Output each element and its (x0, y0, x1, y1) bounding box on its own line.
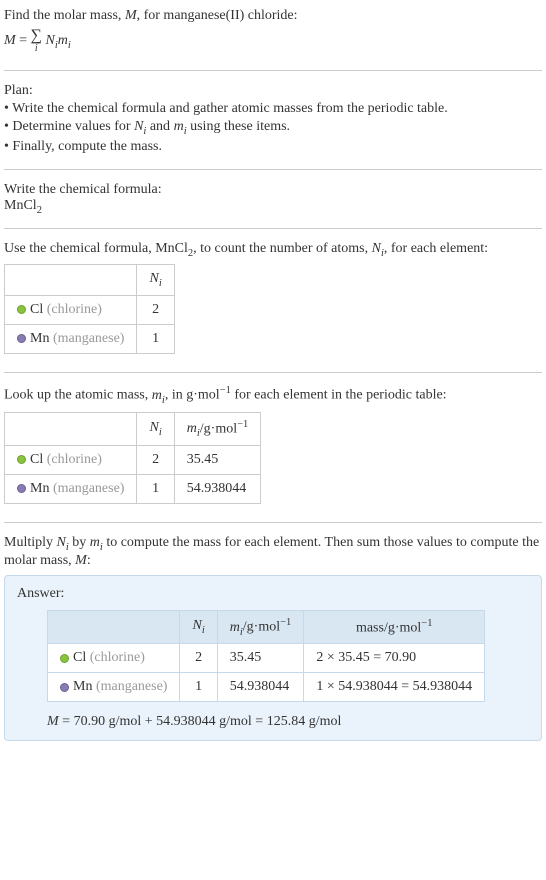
element-symbol: Mn (30, 331, 49, 346)
step2-text-before: Use the chemical formula, MnCl (4, 241, 188, 256)
table-header-ni: Ni (180, 610, 217, 643)
element-symbol: Cl (73, 650, 86, 665)
table-row: Mn (manganese) 1 (5, 325, 175, 354)
ni-value: 1 (137, 325, 174, 354)
chemical-formula: MnCl2 (4, 198, 542, 216)
intro-var-m: M (125, 8, 137, 23)
plan-item: • Finally, compute the mass. (4, 139, 542, 155)
divider (4, 522, 542, 523)
element-name: (manganese) (53, 481, 125, 496)
element-cell: Cl (chlorine) (48, 644, 180, 673)
plan-item: • Write the chemical formula and gather … (4, 101, 542, 117)
table-header-empty (5, 265, 137, 296)
element-dot-icon (17, 455, 26, 464)
step3-text: Look up the atomic mass, mi, in g·mol−1 … (4, 385, 542, 405)
element-name: (chlorine) (90, 650, 145, 665)
element-cell: Cl (chlorine) (5, 446, 137, 475)
element-name: (manganese) (53, 331, 125, 346)
divider (4, 169, 542, 170)
table-header-mi: mi/g·mol−1 (174, 412, 261, 445)
answer-equation: M = 70.90 g/mol + 54.938044 g/mol = 125.… (47, 714, 529, 730)
mi-value: 54.938044 (217, 673, 304, 702)
plan-section: Plan: • Write the chemical formula and g… (4, 79, 542, 161)
step1-title: Write the chemical formula: (4, 182, 542, 198)
element-cell: Mn (manganese) (5, 325, 137, 354)
table-row: Cl (chlorine) 2 35.45 2 × 35.45 = 70.90 (48, 644, 485, 673)
plan-title: Plan: (4, 83, 542, 99)
intro-text-2: , for manganese(II) chloride: (137, 8, 298, 23)
atomic-mass-table: Ni mi/g·mol−1 Cl (chlorine) 2 35.45 Mn (… (4, 412, 261, 504)
table-row: Cl (chlorine) 2 (5, 296, 175, 325)
ni-value: 2 (137, 296, 174, 325)
mi-value: 35.45 (174, 446, 261, 475)
table-header-ni: Ni (137, 265, 174, 296)
plan-item: • Determine values for Ni and mi using t… (4, 119, 542, 137)
mass-value: 2 × 35.45 = 70.90 (304, 644, 485, 673)
element-dot-icon (17, 334, 26, 343)
table-row: Mn (manganese) 1 54.938044 1 × 54.938044… (48, 673, 485, 702)
table-header-row: Ni mi/g·mol−1 (5, 412, 261, 445)
ni-value: 1 (180, 673, 217, 702)
table-header-mass: mass/g·mol−1 (304, 610, 485, 643)
element-name: (chlorine) (47, 452, 102, 467)
divider (4, 228, 542, 229)
step4-section: Multiply Ni by mi to compute the mass fo… (4, 531, 542, 745)
intro-text-1: Find the molar mass, (4, 8, 125, 23)
table-header-row: Ni (5, 265, 175, 296)
molar-mass-formula: M = ∑i Nimi (4, 28, 542, 54)
element-symbol: Mn (73, 679, 92, 694)
ni-value: 2 (137, 446, 174, 475)
element-symbol: Cl (30, 302, 43, 317)
element-cell: Cl (chlorine) (5, 296, 137, 325)
step2-section: Use the chemical formula, MnCl 2 , to coun… (4, 237, 542, 365)
element-symbol: Mn (30, 481, 49, 496)
table-header-empty (5, 412, 137, 445)
formula-subscript: 2 (37, 205, 42, 216)
divider (4, 372, 542, 373)
divider (4, 70, 542, 71)
intro: Find the molar mass, M, for manganese(II… (4, 4, 542, 62)
element-symbol: Cl (30, 452, 43, 467)
ni-value: 2 (180, 644, 217, 673)
step1-section: Write the chemical formula: MnCl2 (4, 178, 542, 220)
answer-title: Answer: (17, 586, 529, 602)
ni-value: 1 (137, 475, 174, 504)
formula-prefix: MnCl (4, 198, 37, 213)
element-dot-icon (60, 683, 69, 692)
table-row: Mn (manganese) 1 54.938044 (5, 475, 261, 504)
element-name: (manganese) (96, 679, 168, 694)
step2-text-after: , to count the number of atoms, (193, 241, 371, 256)
step3-section: Look up the atomic mass, mi, in g·mol−1 … (4, 381, 542, 514)
step2-text: Use the chemical formula, MnCl2, to coun… (4, 241, 542, 259)
step4-text: Multiply Ni by mi to compute the mass fo… (4, 535, 542, 569)
table-row: Cl (chlorine) 2 35.45 (5, 446, 261, 475)
element-dot-icon (60, 654, 69, 663)
table-header-mi: mi/g·mol−1 (217, 610, 304, 643)
element-name: (chlorine) (47, 302, 102, 317)
mi-value: 54.938044 (174, 475, 261, 504)
answer-box: Answer: Ni mi/g·mol−1 mass/g·mol−1 Cl (c… (4, 575, 542, 741)
element-cell: Mn (manganese) (5, 475, 137, 504)
plan-list: • Write the chemical formula and gather … (4, 101, 542, 155)
element-dot-icon (17, 484, 26, 493)
step2-var-n: Ni (372, 241, 384, 256)
table-header-row: Ni mi/g·mol−1 mass/g·mol−1 (48, 610, 485, 643)
step2-text-end: , for each element: (384, 241, 488, 256)
atoms-count-table: Ni Cl (chlorine) 2 Mn (manganese) 1 (4, 264, 175, 354)
element-dot-icon (17, 305, 26, 314)
mass-value: 1 × 54.938044 = 54.938044 (304, 673, 485, 702)
mi-value: 35.45 (217, 644, 304, 673)
table-header-ni: Ni (137, 412, 174, 445)
table-header-empty (48, 610, 180, 643)
element-cell: Mn (manganese) (48, 673, 180, 702)
answer-table: Ni mi/g·mol−1 mass/g·mol−1 Cl (chlorine)… (47, 610, 485, 702)
